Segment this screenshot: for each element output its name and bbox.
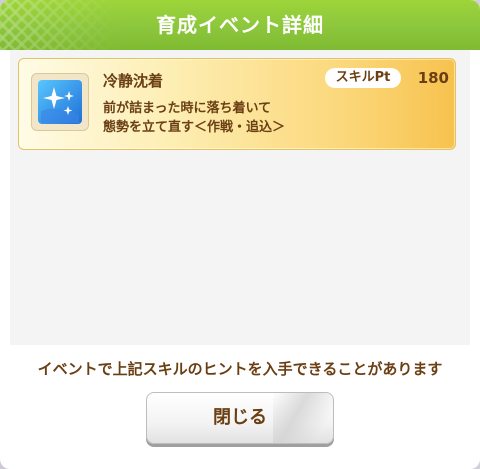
dialog-content: 冷静沈着 スキルPt 180 前が詰まった時に落ち着いて 態勢を立て直す＜作戦・… — [10, 50, 470, 345]
hint-notice: イベントで上記スキルのヒントを入手できることがあります — [37, 360, 443, 378]
dialog-header: 育成イベント詳細 — [0, 0, 480, 50]
skill-pt-badge: スキルPt — [325, 68, 401, 88]
skill-description: 前が詰まった時に落ち着いて 態勢を立て直す＜作戦・追込＞ — [103, 101, 286, 135]
event-detail-dialog: 育成イベント詳細 冷静沈着 スキルPt 180 前が詰まった時に落ち着いて 態勢… — [0, 0, 480, 469]
sparkle-skill-icon — [31, 73, 89, 131]
dialog-title: 育成イベント詳細 — [156, 13, 324, 37]
skill-name: 冷静沈着 — [103, 72, 164, 90]
skill-pt-value: 180 — [417, 69, 449, 87]
skill-card[interactable]: 冷静沈着 スキルPt 180 前が詰まった時に落ち着いて 態勢を立て直す＜作戦・… — [18, 58, 456, 150]
sparkle-icon — [38, 80, 82, 124]
close-button-label: 閉じる — [213, 407, 267, 428]
close-button[interactable]: 閉じる — [146, 392, 334, 444]
